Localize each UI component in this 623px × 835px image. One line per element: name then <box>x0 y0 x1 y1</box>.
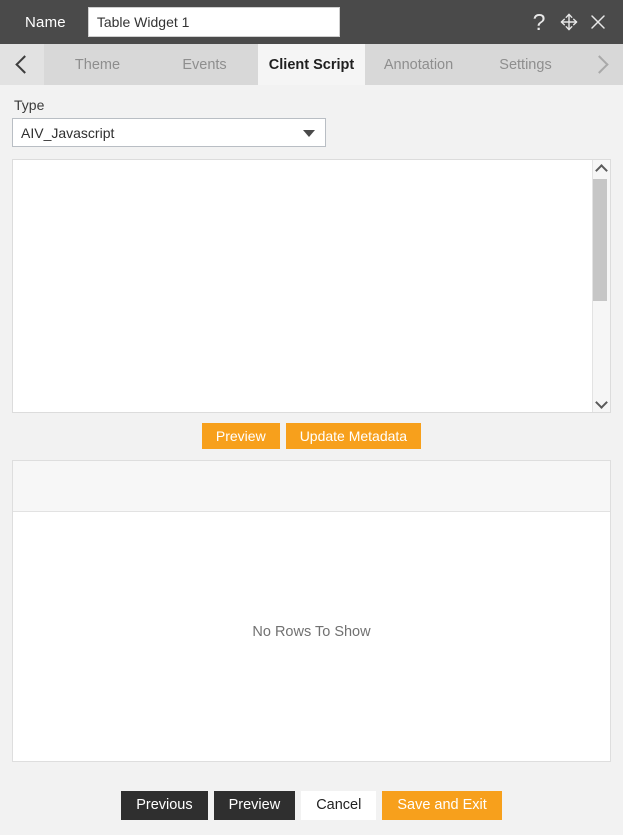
grid-body: No Rows To Show <box>13 512 610 761</box>
grid-empty-message: No Rows To Show <box>252 624 371 640</box>
tab-client-script-label: Client Script <box>268 56 355 73</box>
scroll-down-chevron <box>595 395 608 409</box>
tab-scroll-prev-button[interactable] <box>0 44 44 85</box>
script-editor-wrapper <box>12 159 611 413</box>
tab-annotation-label: Annotation <box>383 56 454 73</box>
name-label: Name <box>25 13 66 31</box>
tab-theme[interactable]: Theme <box>44 44 151 85</box>
script-editor-textarea[interactable] <box>13 160 592 412</box>
chevron-right-icon <box>589 55 609 74</box>
script-action-buttons: Preview Update Metadata <box>12 423 611 449</box>
previous-button[interactable]: Previous <box>121 790 208 820</box>
footer-preview-button[interactable]: Preview <box>213 790 296 820</box>
move-arrows-icon[interactable] <box>557 10 581 34</box>
dialog-titlebar: Name ? <box>0 0 623 44</box>
scroll-down-arrow-icon[interactable] <box>593 395 610 412</box>
tab-list: Theme Events Client Script Annotation Se… <box>44 44 579 85</box>
tab-bar: Theme Events Client Script Annotation Se… <box>0 44 623 85</box>
widget-config-dialog: Name ? <box>0 0 623 835</box>
tab-theme-label: Theme <box>74 56 121 73</box>
widget-name-input[interactable] <box>87 7 340 37</box>
cancel-button[interactable]: Cancel <box>301 790 377 820</box>
type-select-wrapper: AIV_Javascript <box>12 118 326 147</box>
save-and-exit-button[interactable]: Save and Exit <box>382 790 502 820</box>
metadata-grid: No Rows To Show <box>12 460 611 762</box>
tab-events[interactable]: Events <box>151 44 258 85</box>
dialog-footer: Previous Preview Cancel Save and Exit <box>0 775 623 835</box>
scrollbar-track[interactable] <box>593 177 610 395</box>
scroll-up-chevron <box>595 163 608 177</box>
update-metadata-button[interactable]: Update Metadata <box>285 423 422 449</box>
preview-script-button[interactable]: Preview <box>201 423 280 449</box>
client-script-panel: Type AIV_Javascript Preview Update Metad… <box>0 85 623 775</box>
help-icon[interactable]: ? <box>528 8 550 36</box>
tab-client-script[interactable]: Client Script <box>258 44 365 85</box>
tab-events-label: Events <box>182 56 227 73</box>
tab-annotation[interactable]: Annotation <box>365 44 472 85</box>
type-label: Type <box>14 97 45 113</box>
scroll-up-arrow-icon[interactable] <box>593 160 610 177</box>
scrollbar-thumb[interactable] <box>593 179 607 301</box>
grid-header-row <box>13 461 610 512</box>
chevron-left-icon <box>14 55 34 74</box>
close-x-icon[interactable] <box>587 10 609 34</box>
tab-scroll-next-button[interactable] <box>579 44 623 85</box>
type-select-value: AIV_Javascript <box>21 124 115 141</box>
tab-settings[interactable]: Settings <box>472 44 579 85</box>
type-select[interactable]: AIV_Javascript <box>12 118 326 147</box>
script-editor-scrollbar[interactable] <box>592 160 610 412</box>
tab-settings-label: Settings <box>499 56 552 73</box>
